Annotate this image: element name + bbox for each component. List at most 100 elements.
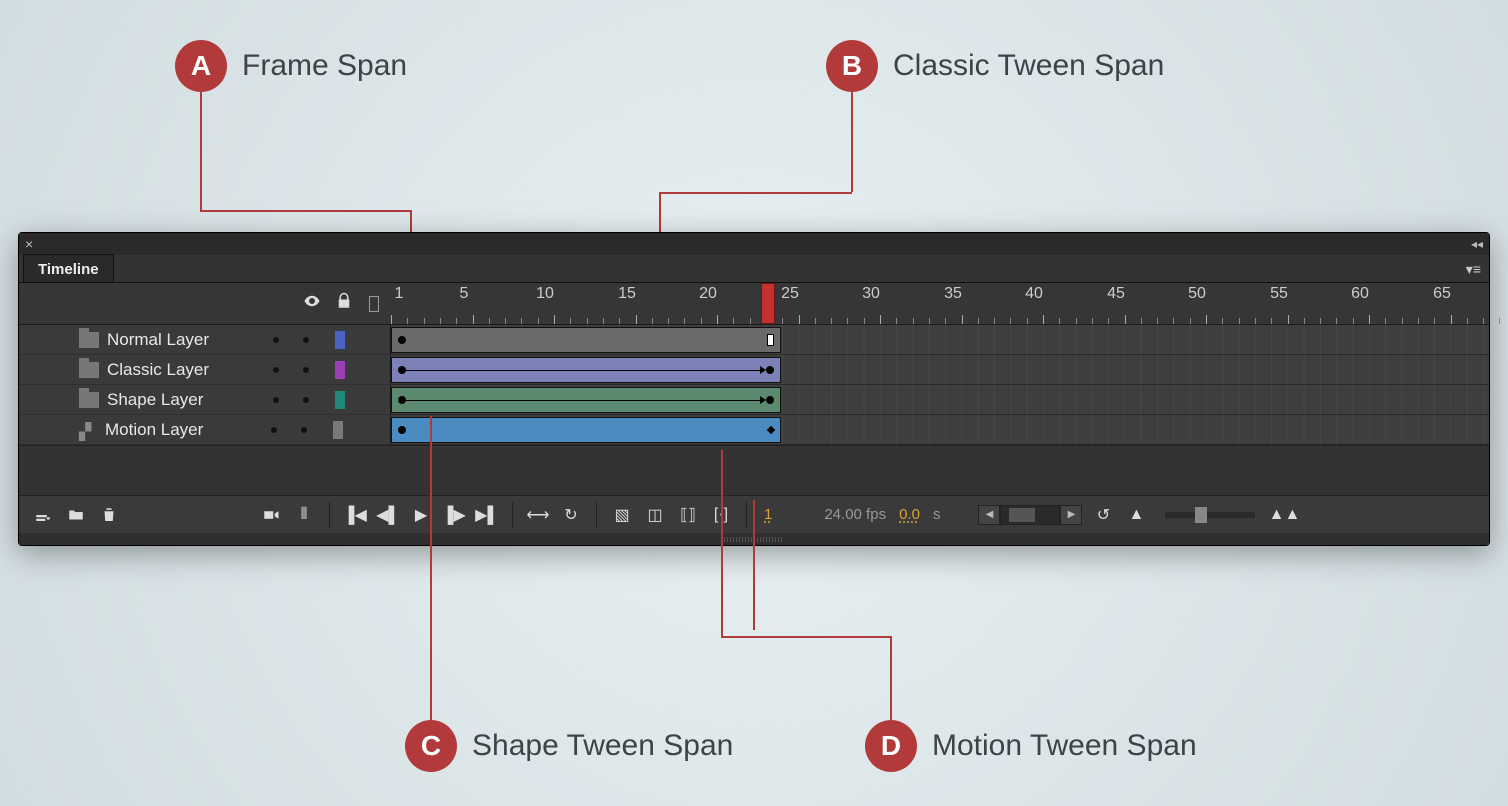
lock-dot[interactable] [303,367,309,373]
current-frame-field[interactable]: 1 [760,506,776,523]
zoom-out-icon[interactable]: ▲ [1124,503,1148,527]
ruler-label: 45 [1107,285,1125,303]
ruler-label: 30 [862,285,880,303]
ruler-label: 5 [460,285,469,303]
keyframe-icon[interactable] [766,366,774,374]
property-keyframe-icon[interactable] [767,426,775,434]
go-last-frame-button[interactable]: ▶▌ [475,503,499,527]
motion-layer-icon [79,422,97,438]
scroll-right-button[interactable]: ▶ [1060,505,1082,525]
panel-menu-icon[interactable]: ▾≡ [1458,257,1489,282]
center-frame-button[interactable]: ⟷ [526,503,550,527]
annotation-label-a: Frame Span [242,49,407,83]
camera-button[interactable] [259,503,283,527]
track-row-normal[interactable] [391,325,1489,355]
empty-layer-area [19,445,1489,495]
visibility-dot[interactable] [273,367,279,373]
ruler-label: 40 [1025,285,1043,303]
keyframe-icon[interactable] [398,366,406,374]
timeline-scrollbar[interactable]: ◀ ▶ [978,505,1082,525]
fps-display[interactable]: 24.00 fps [824,506,886,523]
layer-name: Classic Layer [107,360,257,380]
go-first-frame-button[interactable]: ▐◀ [343,503,367,527]
new-folder-button[interactable] [64,503,88,527]
track-row-motion[interactable] [391,415,1489,445]
classic-tween-span[interactable] [391,357,781,383]
elapsed-time-display: 0.0 [895,506,924,523]
scrollbar-thumb[interactable] [1009,508,1035,522]
outline-color-swatch[interactable] [333,421,343,439]
annotation-b: B Classic Tween Span [826,40,1164,92]
ruler-label: 60 [1351,285,1369,303]
track-row-classic[interactable] [391,355,1489,385]
outline-toggle-icon[interactable] [369,296,379,312]
keyframe-icon[interactable] [766,396,774,404]
annotation-badge-d: D [865,720,917,772]
motion-tween-span[interactable] [391,417,781,443]
layer-icon [79,392,99,408]
visibility-dot[interactable] [273,397,279,403]
tracks-area[interactable] [391,325,1489,445]
layer-icon [79,362,99,378]
lock-dot[interactable] [303,337,309,343]
reset-zoom-button[interactable]: ↺ [1091,503,1115,527]
frame-span[interactable] [391,327,781,353]
layer-name: Shape Layer [107,390,257,410]
annotation-d: D Motion Tween Span [865,720,1197,772]
annotation-line-d-v [721,450,723,636]
panel-titlebar[interactable]: × ◂◂ [19,233,1489,255]
shape-tween-span[interactable] [391,387,781,413]
ruler-label: 50 [1188,285,1206,303]
close-icon[interactable]: × [25,236,33,252]
annotation-badge-b: B [826,40,878,92]
scrollbar-track[interactable] [1000,505,1060,525]
lock-icon[interactable] [335,292,353,315]
delete-layer-button[interactable] [97,503,121,527]
visibility-dot[interactable] [271,427,277,433]
zoom-slider-thumb[interactable] [1195,507,1207,523]
empty-keyframe-icon[interactable] [767,334,774,346]
layers-area: Normal Layer Classic Layer Shape Layer [19,325,1489,445]
annotation-line-b-h [659,192,852,194]
step-forward-button[interactable]: ▐▶ [442,503,466,527]
annotation-a: A Frame Span [175,40,407,92]
marker-button[interactable]: ⦀ [292,503,316,527]
onion-skin-button[interactable]: ▧ [610,503,634,527]
new-layer-button[interactable] [31,503,55,527]
outline-color-swatch[interactable] [335,331,345,349]
keyframe-icon[interactable] [398,336,406,344]
annotation-label-b: Classic Tween Span [893,49,1164,83]
loop-button[interactable]: ↻ [559,503,583,527]
keyframe-icon[interactable] [398,426,406,434]
visibility-icon[interactable] [303,292,321,315]
outline-color-swatch[interactable] [335,361,345,379]
layer-name: Normal Layer [107,330,257,350]
annotation-line-c [430,416,432,720]
layer-row-classic[interactable]: Classic Layer [19,355,390,385]
onion-skin-outlines-button[interactable]: ◫ [643,503,667,527]
layer-row-motion[interactable]: Motion Layer [19,415,390,445]
ruler-label: 65 [1433,285,1451,303]
lock-dot[interactable] [301,427,307,433]
step-back-button[interactable]: ◀▌ [376,503,400,527]
annotation-line-a-h [200,210,410,212]
zoom-slider[interactable] [1165,512,1255,518]
annotation-label-c: Shape Tween Span [472,729,733,763]
outline-color-swatch[interactable] [335,391,345,409]
visibility-dot[interactable] [273,337,279,343]
frame-ruler[interactable]: 1 5 10 15 20 25 30 35 40 45 50 55 60 65 [391,283,1489,324]
scroll-left-button[interactable]: ◀ [978,505,1000,525]
annotation-label-d: Motion Tween Span [932,729,1197,763]
layer-name: Motion Layer [105,420,255,440]
layer-row-normal[interactable]: Normal Layer [19,325,390,355]
lock-dot[interactable] [303,397,309,403]
tab-timeline[interactable]: Timeline [23,254,114,282]
track-row-shape[interactable] [391,385,1489,415]
keyframe-icon[interactable] [398,396,406,404]
collapse-icon[interactable]: ◂◂ [1471,237,1483,251]
edit-multiple-frames-button[interactable]: ⟦⟧ [676,503,700,527]
layer-row-shape[interactable]: Shape Layer [19,385,390,415]
zoom-in-icon[interactable]: ▲▲ [1272,503,1296,527]
tween-line [406,370,762,371]
playhead[interactable] [761,283,775,324]
